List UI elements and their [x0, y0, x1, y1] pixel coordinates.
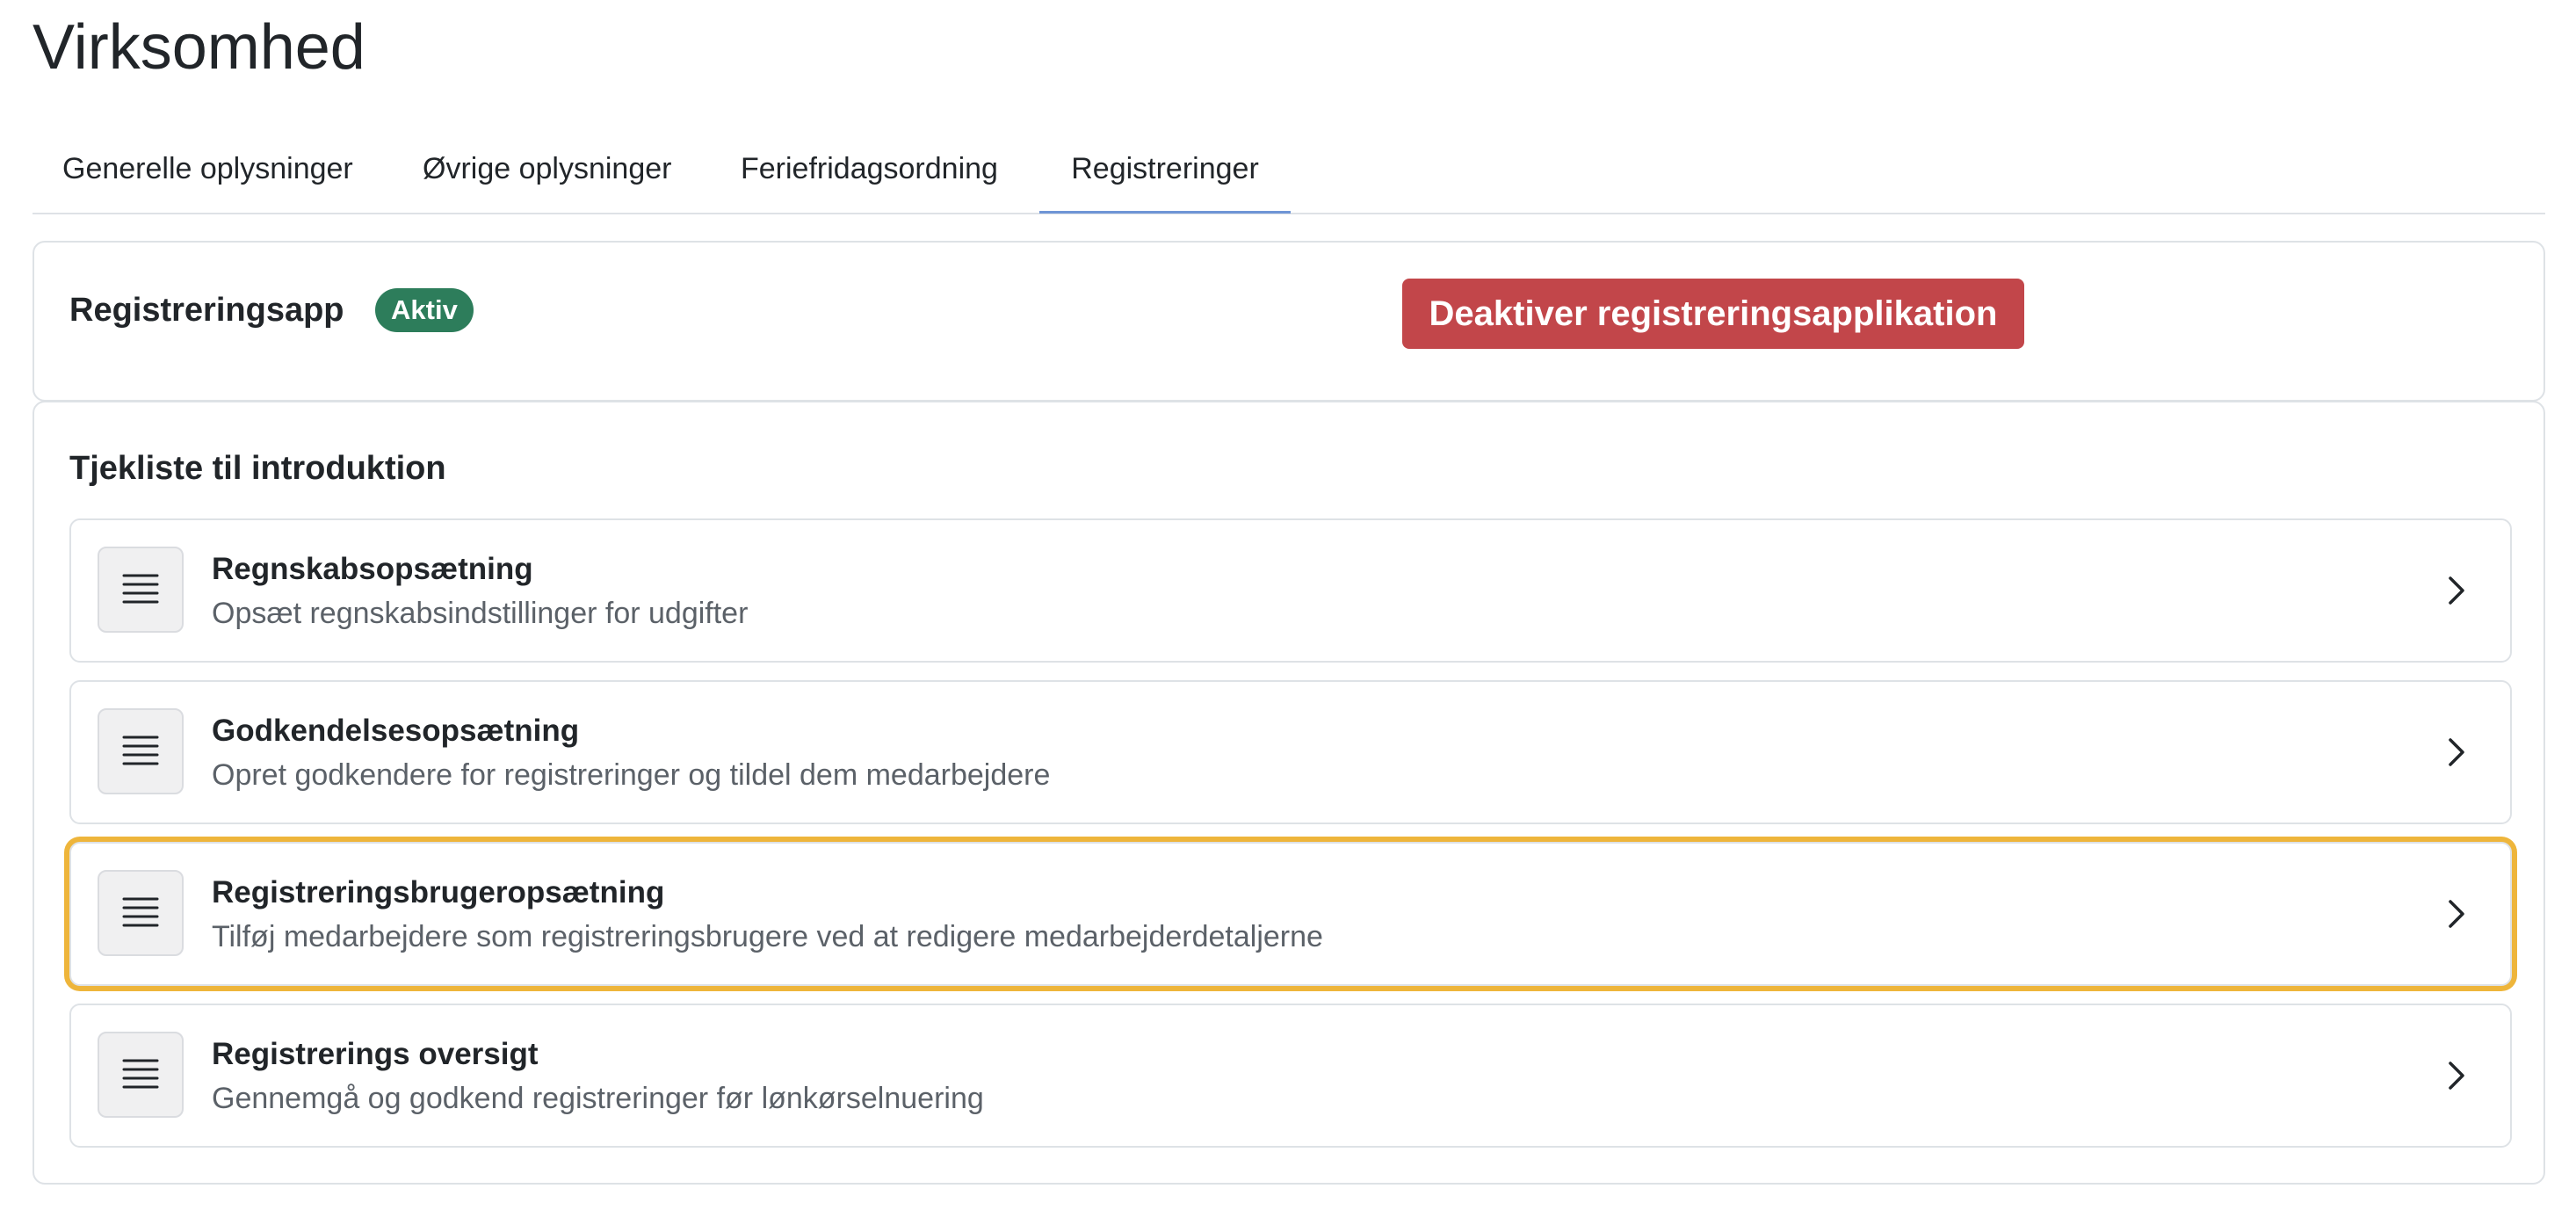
chevron-right-icon	[2449, 900, 2464, 928]
tab-registreringer[interactable]: Registreringer	[1039, 134, 1291, 214]
tab-ovrige-oplysninger[interactable]: Øvrige oplysninger	[423, 134, 688, 211]
status-badge: Aktiv	[375, 288, 474, 332]
checklist-item-description: Opret godkendere for registreringer og t…	[212, 758, 1051, 792]
list-icon	[98, 547, 184, 633]
tab-generelle-oplysninger[interactable]: Generelle oplysninger	[62, 134, 368, 211]
checklist-item-title: Godkendelsesopsætning	[212, 714, 580, 748]
checklist-item-description: Opsæt regnskabsindstillinger for udgifte…	[212, 597, 749, 630]
checklist-item-registreringsbrugeropsaetning[interactable]: Registreringsbrugeropsætning Tilføj meda…	[69, 842, 2512, 986]
checklist-item-godkendelsesopsaetning[interactable]: Godkendelsesopsætning Opret godkendere f…	[69, 680, 2512, 824]
checklist-item-regnskabsopsaetning[interactable]: Regnskabsopsætning Opsæt regnskabsindsti…	[69, 518, 2512, 663]
checklist-item-description: Gennemgå og godkend registreringer før l…	[212, 1082, 984, 1115]
checklist-item-title: Regnskabsopsætning	[212, 552, 533, 586]
chevron-right-icon	[2449, 738, 2464, 766]
checklist-item-title: Registrerings oversigt	[212, 1037, 539, 1071]
chevron-right-icon	[2449, 1062, 2464, 1090]
checklist-item-title: Registreringsbrugeropsætning	[212, 875, 665, 910]
checklist-item-registrerings-oversigt[interactable]: Registrerings oversigt Gennemgå og godke…	[69, 1004, 2512, 1148]
checklist-item-description: Tilføj medarbejdere som registreringsbru…	[212, 920, 1323, 953]
page-title: Virksomhed	[33, 12, 365, 83]
deactivate-registration-app-button[interactable]: Deaktiver registreringsapplikation	[1402, 279, 2024, 349]
chevron-right-icon	[2449, 576, 2464, 605]
list-icon	[98, 1032, 184, 1118]
list-icon	[98, 870, 184, 956]
registration-app-card: Registreringsapp Aktiv Deaktiver registr…	[33, 241, 2545, 402]
checklist-title: Tjekliste til introduktion	[69, 450, 446, 487]
tab-bar: Generelle oplysninger Øvrige oplysninger…	[33, 134, 2545, 214]
tab-feriefridagsordning[interactable]: Feriefridagsordning	[741, 134, 1020, 211]
registration-app-title: Registreringsapp	[69, 292, 344, 329]
intro-checklist-card: Tjekliste til introduktion Regnskabsopsæ…	[33, 401, 2545, 1185]
list-icon	[98, 708, 184, 794]
